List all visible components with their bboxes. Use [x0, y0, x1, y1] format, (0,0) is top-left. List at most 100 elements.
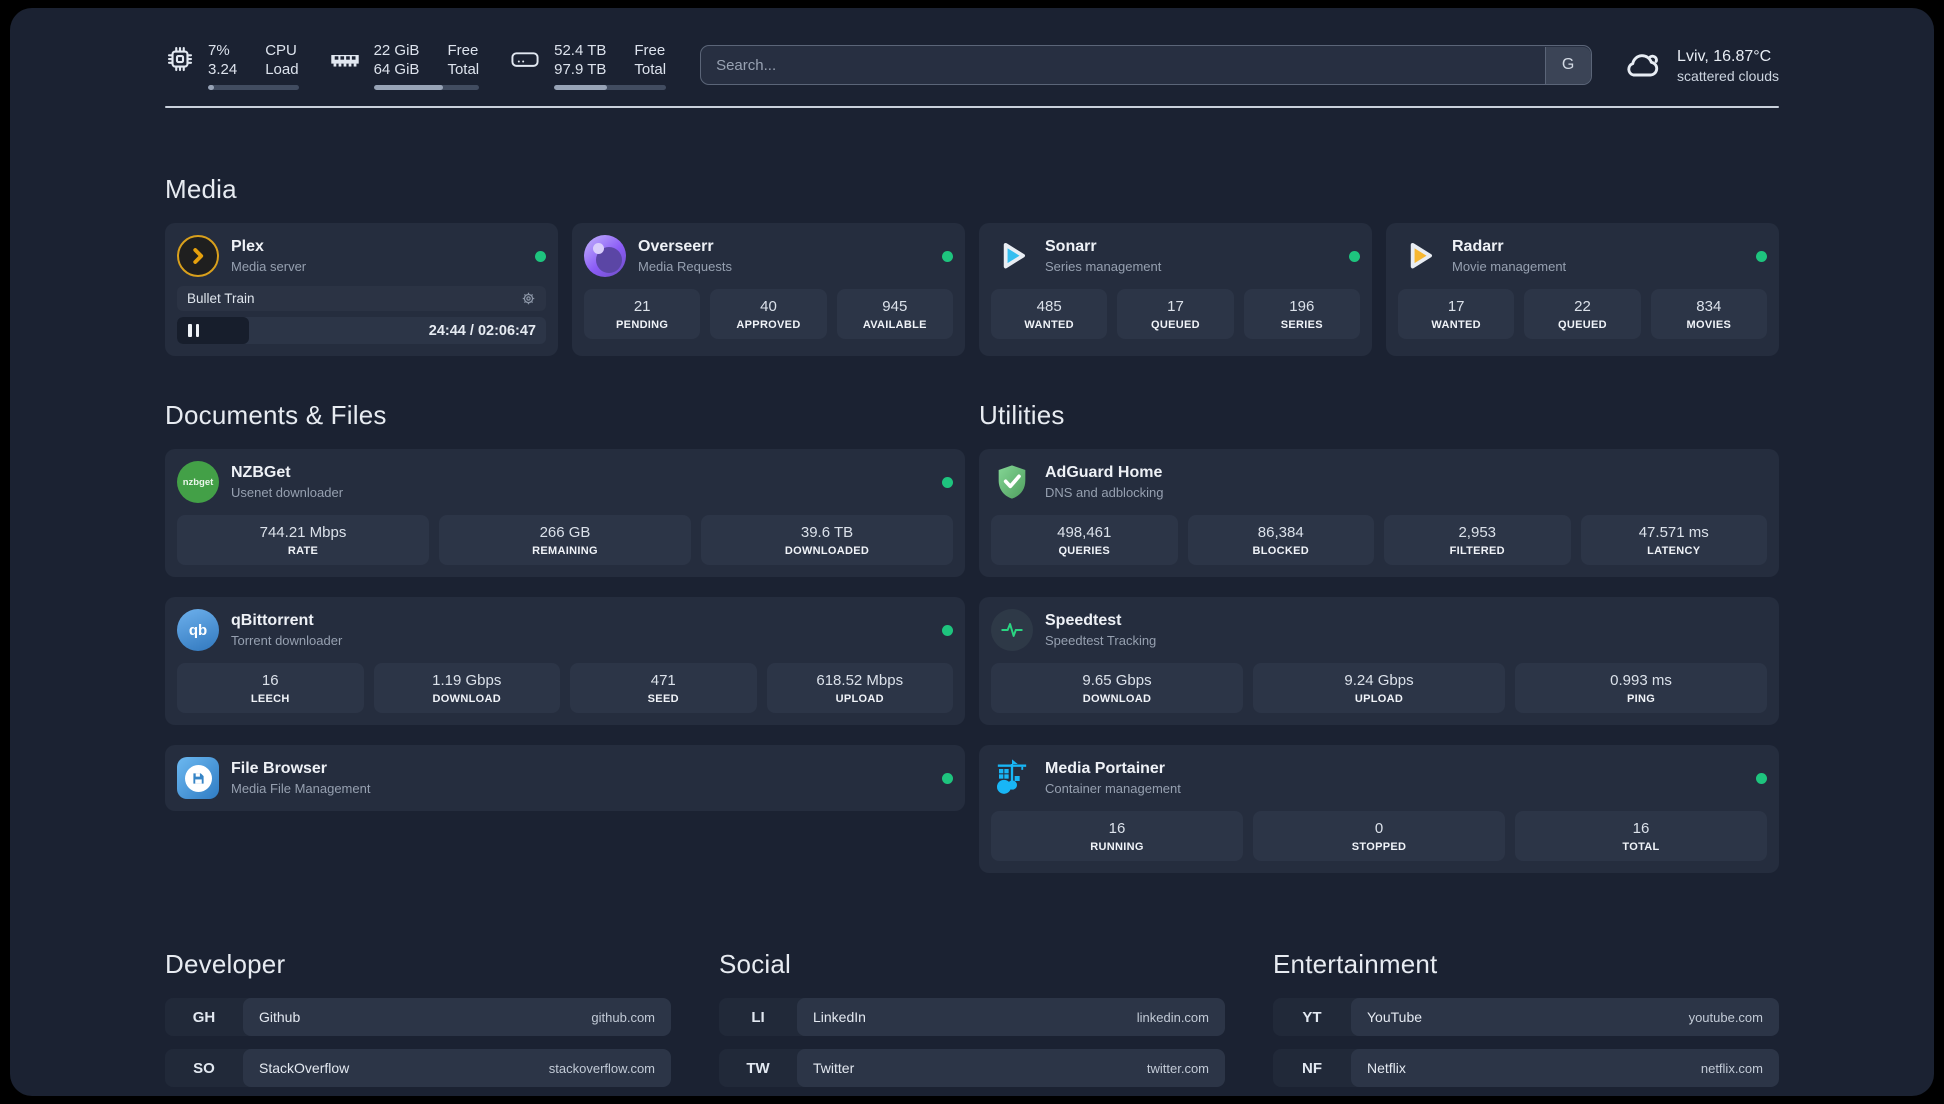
stat-upload: 9.24 Gbps UPLOAD: [1253, 663, 1505, 713]
disk-icon: [509, 44, 541, 74]
status-dot: [942, 624, 953, 636]
radarr-icon: [1398, 235, 1440, 277]
cloud-icon: [1622, 47, 1664, 84]
playback-time: 24:44 / 02:06:47: [428, 322, 536, 339]
section-documents: Documents & Files nzbget NZBGet Usenet d…: [165, 400, 965, 893]
stat-download: 9.65 Gbps DOWNLOAD: [991, 663, 1243, 713]
bookmark-twitter[interactable]: TW Twitter twitter.com: [719, 1049, 1225, 1087]
bookmark-abbr: YT: [1302, 1008, 1322, 1026]
stat-wanted: 485 WANTED: [991, 289, 1108, 339]
service-name: Media Portainer: [1045, 760, 1166, 777]
now-playing-title: Bullet Train: [187, 291, 255, 306]
stat-queued: 22 QUEUED: [1524, 289, 1641, 339]
bookmark-group-entertainment: Entertainment YT YouTube youtube.com NF …: [1273, 949, 1779, 1096]
cpu-load-value: 3.24: [208, 60, 238, 78]
bookmark-url: github.com: [591, 1009, 655, 1025]
bookmark-url: netflix.com: [1700, 1060, 1763, 1076]
service-name: Overseerr: [638, 238, 714, 255]
stat-queries: 498,461 QUERIES: [991, 515, 1178, 565]
service-name: Speedtest: [1045, 612, 1122, 629]
stat-total: 16 TOTAL: [1515, 811, 1767, 861]
bookmark-abbr: SO: [193, 1059, 215, 1077]
bookmark-name: Netflix: [1367, 1060, 1406, 1076]
cpu-usage-label: CPU: [265, 41, 297, 59]
bookmark-youtube[interactable]: YT YouTube youtube.com: [1273, 998, 1779, 1036]
cpu-load-label: Load: [265, 60, 299, 78]
disk-widget: 52.4 TB 97.9 TB Free Total: [509, 41, 667, 90]
service-description: Series management: [1045, 259, 1162, 274]
service-card-overseerr[interactable]: Overseerr Media Requests 21 PENDING 40 A…: [572, 223, 965, 356]
search-input[interactable]: [700, 45, 1593, 85]
service-name: File Browser: [231, 760, 328, 777]
service-name: Plex: [231, 238, 264, 255]
service-card-sonarr[interactable]: Sonarr Series management 485 WANTED 17 Q…: [979, 223, 1372, 356]
memory-free-label: Free: [447, 41, 479, 59]
stat-downloaded: 39.6 TB DOWNLOADED: [701, 515, 953, 565]
bookmark-linkedin[interactable]: LI LinkedIn linkedin.com: [719, 998, 1225, 1036]
service-card-portainer[interactable]: Media Portainer Container management 16 …: [979, 745, 1779, 873]
service-card-nzbget[interactable]: nzbget NZBGet Usenet downloader 744.21 M…: [165, 449, 965, 577]
disk-progress-bar: [554, 84, 667, 90]
session-icon: [521, 291, 536, 306]
status-dot: [1756, 250, 1767, 262]
service-name: Sonarr: [1045, 238, 1097, 255]
service-name: Radarr: [1452, 238, 1504, 255]
service-description: Speedtest Tracking: [1045, 633, 1157, 648]
status-dot: [942, 476, 953, 488]
service-description: Container management: [1045, 781, 1181, 796]
service-card-qbittorrent[interactable]: qb qBittorrent Torrent downloader 16 LEE…: [165, 597, 965, 725]
stat-approved: 40 APPROVED: [710, 289, 827, 339]
pause-icon[interactable]: [188, 324, 199, 337]
section-title-social: Social: [719, 949, 792, 979]
service-card-speedtest[interactable]: Speedtest Speedtest Tracking 9.65 Gbps D…: [979, 597, 1779, 725]
section-utilities: Utilities AdGuard Home DNS and adblockin…: [979, 400, 1779, 893]
sonarr-icon: [991, 235, 1033, 277]
memory-free-value: 22 GiB: [373, 41, 420, 59]
memory-progress-bar: [373, 84, 480, 90]
dashboard: 7% 3.24 CPU Load 22 GiB 64 GiB Free Tota…: [10, 8, 1934, 1096]
bookmark-abbr: GH: [192, 1008, 216, 1026]
status-dot: [942, 772, 953, 784]
service-name: AdGuard Home: [1045, 464, 1163, 481]
overseerr-icon: [584, 235, 626, 277]
service-card-filebrowser[interactable]: File Browser Media File Management: [165, 745, 965, 811]
disk-free-value: 52.4 TB: [554, 41, 607, 59]
section-title-developer: Developer: [165, 949, 286, 979]
stat-ping: 0.993 ms PING: [1515, 663, 1767, 713]
memory-icon: [329, 44, 361, 74]
bookmark-url: twitter.com: [1146, 1060, 1209, 1076]
portainer-icon: [991, 757, 1033, 799]
bookmark-netflix[interactable]: NF Netflix netflix.com: [1273, 1049, 1779, 1087]
stat-series: 196 SERIES: [1243, 289, 1360, 339]
disk-free-label: Free: [634, 41, 666, 59]
disk-total-value: 97.9 TB: [554, 60, 607, 78]
service-card-plex[interactable]: Plex Media server Bullet Train 24:44 / 0…: [165, 223, 558, 356]
memory-widget: 22 GiB 64 GiB Free Total: [329, 41, 480, 90]
bookmark-name: StackOverflow: [259, 1060, 350, 1076]
status-dot: [535, 250, 546, 262]
service-description: Media server: [231, 259, 307, 274]
service-card-radarr[interactable]: Radarr Movie management 17 WANTED 22 QUE…: [1386, 223, 1779, 356]
top-bar: 7% 3.24 CPU Load 22 GiB 64 GiB Free Tota…: [165, 8, 1779, 92]
weather-location-temp: Lviv, 16.87°C: [1677, 47, 1772, 65]
memory-total-value: 64 GiB: [373, 60, 420, 78]
stat-blocked: 86,384 BLOCKED: [1187, 515, 1374, 565]
service-card-adguard[interactable]: AdGuard Home DNS and adblocking 498,461 …: [979, 449, 1779, 577]
bookmark-name: LinkedIn: [813, 1009, 866, 1025]
section-title-utilities: Utilities: [979, 400, 1065, 430]
bookmark-stackoverflow[interactable]: SO StackOverflow stackoverflow.com: [165, 1049, 671, 1087]
cpu-icon: [165, 44, 195, 74]
status-dot: [1756, 772, 1767, 784]
status-dot: [1349, 250, 1360, 262]
stat-leech: 16 LEECH: [177, 663, 364, 713]
bookmark-group-social: Social LI LinkedIn linkedin.com TW Twitt…: [719, 949, 1225, 1096]
search-provider-button[interactable]: G: [1544, 46, 1591, 84]
bookmark-github[interactable]: GH Github github.com: [165, 998, 671, 1036]
bookmark-url: stackoverflow.com: [548, 1060, 655, 1076]
nzbget-icon: nzbget: [177, 461, 219, 503]
service-description: Movie management: [1452, 259, 1567, 274]
section-title-media: Media: [165, 174, 237, 204]
bookmark-url: youtube.com: [1688, 1009, 1763, 1025]
weather-widget: Lviv, 16.87°C scattered clouds: [1622, 46, 1779, 85]
bookmark-url: linkedin.com: [1136, 1009, 1209, 1025]
